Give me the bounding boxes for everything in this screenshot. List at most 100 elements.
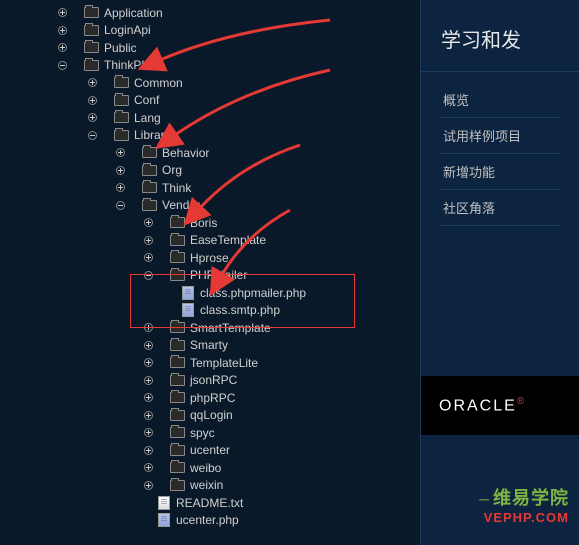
expand-icon[interactable] (144, 341, 153, 350)
collapse-icon[interactable] (88, 131, 97, 140)
tree-label: spyc (190, 426, 215, 440)
tree-folder-templatelite[interactable]: TemplateLite (8, 354, 420, 372)
folder-icon (170, 357, 185, 368)
file-php-icon (182, 303, 194, 317)
tree-folder-easetemplate[interactable]: EaseTemplate (8, 232, 420, 250)
expand-icon[interactable] (88, 96, 97, 105)
tree-folder-phpmailer[interactable]: PHPMailer (8, 267, 420, 285)
tree-folder-org[interactable]: Org (8, 162, 420, 180)
oracle-logo: ORACLE® (421, 376, 579, 435)
tree-label: Vendor (162, 198, 200, 212)
tree-folder-thinkphp[interactable]: ThinkPHP (8, 57, 420, 75)
file-tree[interactable]: Application LoginApi Public ThinkPHP Com… (0, 0, 420, 545)
expand-icon[interactable] (58, 43, 67, 52)
tree-label: ucenter (190, 443, 230, 457)
file-php-icon (182, 286, 194, 300)
expand-icon[interactable] (144, 428, 153, 437)
tree-label: SmartTemplate (190, 321, 271, 335)
tree-label: LoginApi (104, 23, 151, 37)
tree-folder-lang[interactable]: Lang (8, 109, 420, 127)
tree-label: weibo (190, 461, 221, 475)
tree-label: weixin (190, 478, 223, 492)
folder-icon (142, 182, 157, 193)
tree-label: Library (134, 128, 171, 142)
expand-icon[interactable] (144, 393, 153, 402)
tree-label: qqLogin (190, 408, 233, 422)
folder-icon (170, 270, 185, 281)
expand-icon[interactable] (144, 358, 153, 367)
tree-folder-think[interactable]: Think (8, 179, 420, 197)
folder-icon (84, 25, 99, 36)
expand-icon[interactable] (144, 446, 153, 455)
link-samples[interactable]: 试用样例项目 (439, 118, 561, 154)
folder-icon (170, 322, 185, 333)
collapse-icon[interactable] (58, 61, 67, 70)
expand-icon[interactable] (116, 166, 125, 175)
expand-icon[interactable] (144, 218, 153, 227)
tree-folder-jsonrpc[interactable]: jsonRPC (8, 372, 420, 390)
right-panel: 学习和发 概览 试用样例项目 新增功能 社区角落 ORACLE® (420, 0, 579, 545)
tree-file-phpmailer[interactable]: class.phpmailer.php (8, 284, 420, 302)
tree-file-ucenterphp[interactable]: ucenter.php (8, 512, 420, 530)
tree-folder-library[interactable]: Library (8, 127, 420, 145)
expand-icon[interactable] (144, 253, 153, 262)
tree-folder-common[interactable]: Common (8, 74, 420, 92)
tree-file-readme[interactable]: README.txt (8, 494, 420, 512)
tree-folder-ucenter[interactable]: ucenter (8, 442, 420, 460)
tree-label: Think (162, 181, 191, 195)
collapse-icon[interactable] (144, 271, 153, 280)
tree-label: README.txt (176, 496, 243, 510)
tree-label: Public (104, 41, 137, 55)
tree-folder-vendor[interactable]: Vendor (8, 197, 420, 215)
expand-icon[interactable] (144, 411, 153, 420)
tree-label: EaseTemplate (190, 233, 266, 247)
expand-icon[interactable] (88, 113, 97, 122)
tree-label: PHPMailer (190, 268, 247, 282)
tree-label: Application (104, 6, 163, 20)
file-txt-icon (158, 496, 170, 510)
expand-icon[interactable] (116, 183, 125, 192)
expand-icon[interactable] (58, 26, 67, 35)
folder-icon (84, 42, 99, 53)
link-overview[interactable]: 概览 (439, 82, 561, 118)
tree-folder-weixin[interactable]: weixin (8, 477, 420, 495)
tree-folder-smarttemplate[interactable]: SmartTemplate (8, 319, 420, 337)
tree-label: Hprose (190, 251, 229, 265)
tree-label: ucenter.php (176, 513, 239, 527)
tree-folder-spyc[interactable]: spyc (8, 424, 420, 442)
tree-folder-application[interactable]: Application (8, 4, 420, 22)
expand-icon[interactable] (116, 148, 125, 157)
tree-folder-smarty[interactable]: Smarty (8, 337, 420, 355)
collapse-icon[interactable] (116, 201, 125, 210)
tree-folder-phprpc[interactable]: phpRPC (8, 389, 420, 407)
tree-file-smtp[interactable]: class.smtp.php (8, 302, 420, 320)
tree-folder-behavior[interactable]: Behavior (8, 144, 420, 162)
folder-icon (170, 235, 185, 246)
expand-icon[interactable] (58, 8, 67, 17)
tree-folder-conf[interactable]: Conf (8, 92, 420, 110)
tree-label: class.smtp.php (200, 303, 280, 317)
tree-folder-public[interactable]: Public (8, 39, 420, 57)
tree-folder-qqlogin[interactable]: qqLogin (8, 407, 420, 425)
tree-folder-boris[interactable]: Boris (8, 214, 420, 232)
tree-folder-hprose[interactable]: Hprose (8, 249, 420, 267)
tree-label: Common (134, 76, 183, 90)
watermark: ─ 维易学院 VEPHP.COM (479, 484, 569, 525)
panel-header: 学习和发 (421, 0, 579, 71)
tree-folder-loginapi[interactable]: LoginApi (8, 22, 420, 40)
link-community[interactable]: 社区角落 (439, 190, 561, 226)
tree-label: TemplateLite (190, 356, 258, 370)
expand-icon[interactable] (144, 376, 153, 385)
tree-label: Org (162, 163, 182, 177)
tree-folder-weibo[interactable]: weibo (8, 459, 420, 477)
expand-icon[interactable] (88, 78, 97, 87)
expand-icon[interactable] (144, 481, 153, 490)
folder-icon (170, 252, 185, 263)
expand-icon[interactable] (144, 463, 153, 472)
expand-icon[interactable] (144, 236, 153, 245)
folder-icon (170, 217, 185, 228)
link-whatsnew[interactable]: 新增功能 (439, 154, 561, 190)
folder-icon (142, 147, 157, 158)
folder-icon (114, 95, 129, 106)
expand-icon[interactable] (144, 323, 153, 332)
